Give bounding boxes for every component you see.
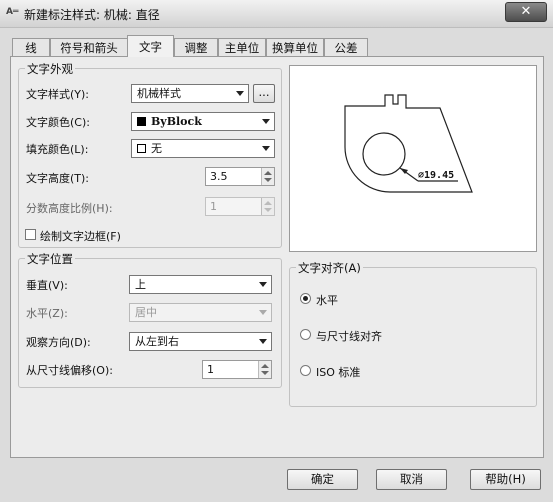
preview-dimension-text: ⌀19.45 <box>418 170 455 181</box>
app-icon: A═ <box>6 7 19 17</box>
view-direction-label: 观察方向(D): <box>26 336 91 349</box>
tab-fit[interactable]: 调整 <box>174 38 218 56</box>
window-title: 新建标注样式: 机械: 直径 <box>24 8 160 22</box>
tab-text[interactable]: 文字 <box>127 35 174 57</box>
spin-down-icon <box>261 371 269 375</box>
text-alignment-legend: 文字对齐(A) <box>296 260 363 276</box>
text-style-browse-button[interactable]: ... <box>253 84 275 103</box>
vertical-select[interactable]: 上 <box>129 275 272 294</box>
offset-label: 从尺寸线偏移(O): <box>26 364 113 377</box>
fill-swatch <box>137 144 146 153</box>
fraction-height-spinner[interactable]: 1 <box>205 197 275 216</box>
spin-up-icon <box>261 364 269 368</box>
text-style-select[interactable]: 机械样式 <box>131 84 249 103</box>
chevron-down-icon <box>262 146 270 151</box>
spin-down-icon <box>264 208 272 212</box>
spin-up-icon <box>264 201 272 205</box>
tab-lines[interactable]: 线 <box>12 38 50 56</box>
text-height-spinner[interactable]: 3.5 <box>205 167 275 186</box>
dimension-preview-graphic <box>344 94 473 193</box>
text-color-label: 文字颜色(C): <box>26 116 90 129</box>
offset-spinner[interactable]: 1 <box>202 360 272 379</box>
tab-alternate-units[interactable]: 换算单位 <box>266 38 324 56</box>
help-button[interactable]: 帮助(H) <box>470 469 541 490</box>
align-iso-label: ISO 标准 <box>316 366 361 379</box>
color-swatch <box>137 117 146 126</box>
close-button[interactable]: ✕ <box>505 2 547 22</box>
fraction-height-label: 分数高度比例(H): <box>26 202 113 215</box>
align-dimension-line-label: 与尺寸线对齐 <box>316 330 382 343</box>
tab-primary-units[interactable]: 主单位 <box>218 38 266 56</box>
draw-frame-label: 绘制文字边框(F) <box>40 230 121 243</box>
horizontal-label: 水平(Z): <box>26 307 68 320</box>
chevron-down-icon <box>259 339 267 344</box>
title-bar: A═ 新建标注样式: 机械: 直径 ✕ <box>0 0 553 28</box>
chevron-down-icon <box>262 119 270 124</box>
text-placement-legend: 文字位置 <box>25 251 75 267</box>
ok-button[interactable]: 确定 <box>287 469 358 490</box>
tab-symbols-arrows[interactable]: 符号和箭头 <box>50 38 128 56</box>
text-color-select[interactable]: ByBlock <box>131 112 275 131</box>
text-height-label: 文字高度(T): <box>26 172 90 185</box>
tab-tolerances[interactable]: 公差 <box>324 38 368 56</box>
preview-pane: ⌀19.45 <box>289 65 537 252</box>
align-iso-radio[interactable] <box>300 365 311 376</box>
close-icon: ✕ <box>520 4 532 19</box>
align-horizontal-label: 水平 <box>316 294 338 307</box>
align-horizontal-radio[interactable] <box>300 293 311 304</box>
align-dimension-line-radio[interactable] <box>300 329 311 340</box>
vertical-label: 垂直(V): <box>26 279 68 292</box>
horizontal-select[interactable]: 居中 <box>129 303 272 322</box>
chevron-down-icon <box>236 91 244 96</box>
cancel-button[interactable]: 取消 <box>376 469 447 490</box>
spin-down-icon <box>264 178 272 182</box>
chevron-down-icon <box>259 282 267 287</box>
view-direction-select[interactable]: 从左到右 <box>129 332 272 351</box>
spin-up-icon <box>264 171 272 175</box>
text-style-label: 文字样式(Y): <box>26 88 90 101</box>
text-appearance-legend: 文字外观 <box>25 61 75 77</box>
fill-color-select[interactable]: 无 <box>131 139 275 158</box>
draw-frame-checkbox[interactable] <box>25 229 36 240</box>
chevron-down-icon <box>259 310 267 315</box>
fill-color-label: 填充颜色(L): <box>26 143 89 156</box>
